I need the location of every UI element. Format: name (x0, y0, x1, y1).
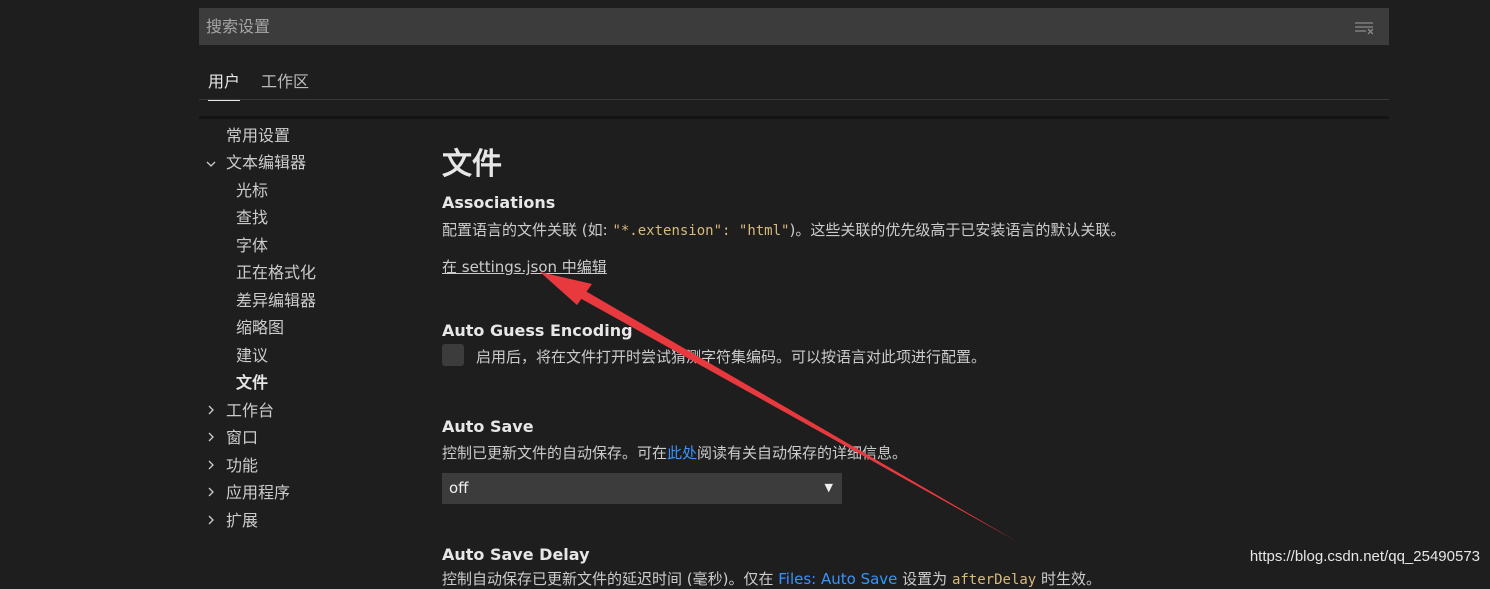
toc-item-files[interactable]: 文件 (236, 369, 268, 393)
chevron-right-icon[interactable] (206, 427, 216, 442)
desc-text: 配置语言的文件关联 (如: (442, 221, 613, 239)
toc-item-text-editor[interactable]: 文本编辑器 (226, 149, 306, 173)
tab-workspace[interactable]: 工作区 (261, 68, 309, 100)
auto-save-select[interactable]: off ▼ (442, 473, 842, 504)
setting-desc-associations: 配置语言的文件关联 (如: "*.extension": "html")。这些关… (442, 219, 1125, 240)
edit-in-settings-json-link[interactable]: 在 settings.json 中编辑 (442, 256, 607, 277)
watermark: https://blog.csdn.net/qq_25490573 (1249, 548, 1480, 565)
setting-desc-auto-guess-encoding: 启用后，将在文件打开时尝试猜测字符集编码。可以按语言对此项进行配置。 (476, 348, 987, 366)
setting-title-auto-save-delay: Auto Save Delay (442, 545, 590, 564)
desc-text: )。这些关联的优先级高于已安装语言的默认关联。 (789, 221, 1126, 239)
toc-item-find[interactable]: 查找 (236, 204, 268, 228)
search-input[interactable] (199, 8, 1339, 45)
caret-down-icon: ▼ (824, 481, 833, 494)
chevron-right-icon[interactable] (206, 482, 216, 497)
setting-desc-auto-save-delay: 控制自动保存已更新文件的延迟时间 (毫秒)。仅在 Files: Auto Sav… (442, 568, 1101, 589)
desc-text: 控制自动保存已更新文件的延迟时间 (毫秒)。仅在 (442, 570, 779, 588)
auto-guess-encoding-checkbox[interactable] (442, 344, 464, 366)
setting-title-associations: Associations (442, 193, 556, 212)
desc-text: 阅读有关自动保存的详细信息。 (697, 444, 908, 462)
toc-item-workbench[interactable]: 工作台 (226, 397, 274, 421)
desc-text: 控制已更新文件的自动保存。可在 (442, 444, 668, 462)
header-separator (199, 116, 1389, 119)
toc-item-diff-editor[interactable]: 差异编辑器 (236, 287, 316, 311)
toc-item-application[interactable]: 应用程序 (226, 479, 290, 503)
toc-item-suggestions[interactable]: 建议 (236, 342, 268, 366)
toc-item-common[interactable]: 常用设置 (226, 122, 290, 146)
code-snippet: "*.extension": "html" (612, 223, 790, 239)
toc-item-features[interactable]: 功能 (226, 452, 258, 476)
section-title: 文件 (442, 147, 502, 182)
desc-text: 时生效。 (1036, 570, 1102, 588)
chevron-right-icon[interactable] (206, 510, 216, 525)
tab-user[interactable]: 用户 (208, 68, 241, 101)
code-snippet: afterDelay (951, 572, 1037, 588)
toc-item-cursor[interactable]: 光标 (236, 177, 268, 201)
auto-save-select-value: off (449, 479, 469, 497)
setting-link[interactable]: Files: Auto Save (778, 570, 897, 588)
desc-text: 设置为 (897, 570, 952, 588)
toc-item-font[interactable]: 字体 (236, 232, 268, 256)
setting-title-auto-save: Auto Save (442, 417, 534, 436)
toc-item-extensions[interactable]: 扩展 (226, 507, 258, 531)
toc-item-minimap[interactable]: 缩略图 (236, 314, 284, 338)
chevron-right-icon[interactable] (206, 455, 216, 470)
clear-filter-icon[interactable] (1355, 20, 1374, 35)
toc-item-formatting[interactable]: 正在格式化 (236, 259, 316, 283)
setting-desc-auto-save: 控制已更新文件的自动保存。可在此处阅读有关自动保存的详细信息。 (442, 442, 907, 463)
chevron-down-icon[interactable] (206, 154, 216, 167)
toc-item-window[interactable]: 窗口 (226, 424, 258, 448)
chevron-right-icon[interactable] (206, 400, 216, 415)
setting-title-auto-guess-encoding: Auto Guess Encoding (442, 321, 633, 340)
settings-scope-tabs: 用户 工作区 (199, 60, 1389, 101)
read-more-link[interactable]: 此处 (667, 444, 697, 462)
search-bar (199, 8, 1389, 45)
